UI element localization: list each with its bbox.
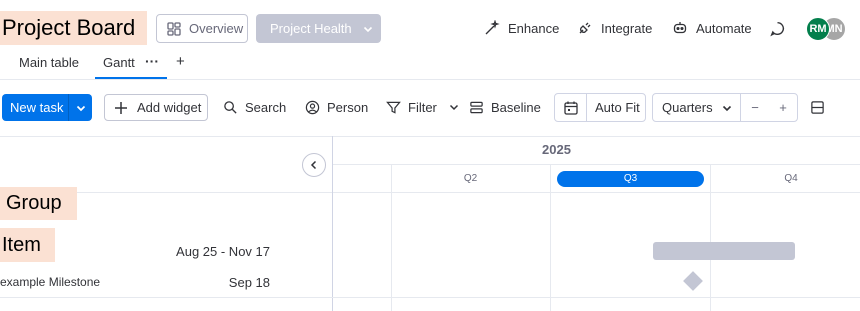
- magic-wand-icon: [484, 20, 500, 36]
- enhance-label: Enhance: [508, 20, 560, 36]
- tab-options-icon[interactable]: ···: [145, 52, 159, 70]
- zoom-in-button[interactable]: +: [769, 100, 797, 115]
- layout-toggle-icon[interactable]: [810, 100, 825, 115]
- milestone-date: Sep 18: [228, 275, 270, 290]
- search-label: Search: [245, 99, 287, 115]
- milestone-name[interactable]: example Milestone: [0, 275, 100, 289]
- item-name[interactable]: Item: [0, 228, 55, 262]
- avatar[interactable]: RM: [806, 17, 830, 41]
- project-health-label: Project Health: [270, 21, 352, 36]
- quarter-label: Q4: [784, 173, 798, 184]
- current-quarter-label: Q3: [557, 171, 704, 187]
- timeline-year: 2025: [542, 142, 571, 157]
- chevron-down-icon[interactable]: [69, 102, 92, 114]
- calendar-icon[interactable]: [555, 100, 586, 116]
- item-gantt-bar[interactable]: [653, 242, 795, 260]
- collapse-panel-button[interactable]: [302, 153, 326, 177]
- zoom-control[interactable]: Quarters − +: [652, 93, 798, 122]
- quarter-gridline: [550, 165, 551, 311]
- tab-main-table[interactable]: Main table: [19, 54, 79, 72]
- integrate-button[interactable]: Integrate: [577, 19, 652, 37]
- row-divider: [0, 297, 860, 298]
- enhance-button[interactable]: Enhance: [484, 19, 559, 37]
- chevron-down-icon: [721, 102, 733, 114]
- robot-icon: [672, 20, 688, 36]
- chevron-down-icon: [362, 23, 374, 35]
- chevron-down-icon[interactable]: [448, 101, 460, 113]
- milestone-marker[interactable]: [683, 271, 703, 291]
- auto-fit-button[interactable]: Auto Fit: [587, 100, 640, 115]
- person-icon: [305, 100, 320, 115]
- gantt-top-border: [0, 136, 860, 137]
- quarter-label: Q2: [463, 173, 478, 184]
- search-button[interactable]: Search: [223, 98, 286, 116]
- year-divider: [333, 164, 860, 165]
- zoom-out-button[interactable]: −: [741, 100, 769, 115]
- person-filter-button[interactable]: Person: [305, 98, 368, 116]
- left-panel-divider[interactable]: [332, 136, 333, 311]
- new-task-button[interactable]: New task: [2, 94, 92, 121]
- baseline-button[interactable]: Baseline: [469, 98, 541, 116]
- add-widget-label: Add widget: [137, 100, 202, 115]
- search-icon: [223, 100, 238, 115]
- zoom-scale-label: Quarters: [662, 100, 713, 115]
- comment-icon[interactable]: [769, 20, 786, 37]
- add-view-button[interactable]: +: [176, 53, 185, 71]
- filter-icon: [386, 100, 401, 115]
- plus-icon: [114, 101, 128, 115]
- integrate-label: Integrate: [601, 20, 653, 36]
- dashboard-icon: [166, 21, 182, 37]
- plug-icon: [577, 20, 593, 36]
- filter-button[interactable]: Filter: [386, 98, 460, 116]
- tabs-divider: [0, 79, 860, 80]
- person-label: Person: [327, 99, 369, 115]
- tab-gantt[interactable]: Gantt: [103, 54, 135, 72]
- automate-label: Automate: [696, 20, 752, 36]
- auto-fit-control[interactable]: Auto Fit: [554, 93, 646, 122]
- add-widget-button[interactable]: Add widget: [104, 94, 208, 121]
- baseline-icon: [469, 100, 484, 115]
- new-task-label: New task: [10, 100, 64, 115]
- board-title[interactable]: Project Board: [0, 11, 147, 45]
- automate-button[interactable]: Automate: [672, 19, 752, 37]
- item-dates: Aug 25 - Nov 17: [176, 244, 270, 259]
- project-health-button[interactable]: Project Health: [256, 14, 381, 43]
- baseline-label: Baseline: [491, 99, 541, 115]
- group-title[interactable]: Group: [0, 187, 77, 220]
- zoom-scale-select[interactable]: Quarters: [653, 100, 740, 115]
- overview-button[interactable]: Overview: [156, 14, 248, 43]
- filter-label: Filter: [408, 99, 437, 115]
- chevron-left-icon: [309, 160, 319, 170]
- timeline-header-divider: [333, 192, 860, 193]
- overview-label: Overview: [189, 21, 244, 36]
